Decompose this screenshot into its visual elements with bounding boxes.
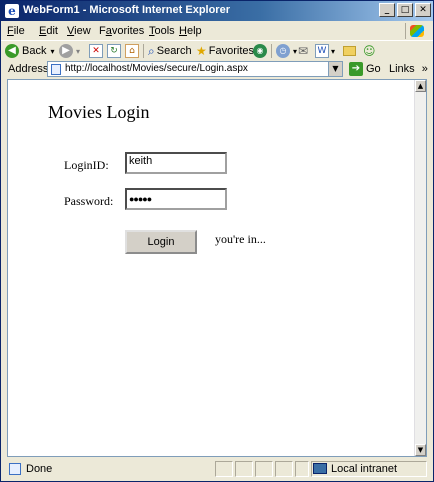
zone-text: Local intranet [331, 463, 398, 475]
scroll-up-icon[interactable]: ▲ [415, 80, 426, 92]
stop-icon: ✕ [89, 44, 103, 58]
title-bar[interactable]: e WebForm1 - Microsoft Internet Explorer… [1, 1, 433, 21]
stop-button[interactable]: ✕ [89, 43, 103, 59]
links-button[interactable]: Links » [389, 63, 428, 75]
word-icon: W [315, 44, 329, 58]
menu-bar: File Edit View Favorites Tools Help [1, 21, 433, 41]
search-button[interactable]: ⌕ Search [148, 43, 192, 59]
refresh-icon: ↻ [107, 44, 121, 58]
back-button[interactable]: ◀ Back ▾ [5, 43, 54, 59]
star-icon: ★ [196, 44, 207, 58]
go-label: Go [366, 63, 381, 75]
status-bar: Done Local intranet [1, 459, 433, 481]
search-label: Search [156, 45, 192, 57]
address-dropdown-icon[interactable]: ▼ [328, 62, 342, 76]
window-title: WebForm1 - Microsoft Internet Explorer [23, 4, 230, 16]
ie-icon: e [5, 4, 19, 18]
window-controls: _ □ ✕ [379, 3, 431, 17]
scroll-down-icon[interactable]: ▼ [415, 444, 426, 456]
mail-icon: ✉ [298, 44, 309, 58]
address-bar: Address http://localhost/Movies/secure/L… [1, 61, 433, 77]
address-input[interactable]: http://localhost/Movies/secure/Login.asp… [47, 61, 343, 77]
page-title: Movies Login [48, 102, 150, 122]
media-icon: ◉ [253, 44, 267, 58]
history-icon: ◷ [276, 44, 290, 58]
links-label: Links [389, 63, 415, 75]
login-id-input[interactable]: keith [125, 152, 227, 174]
go-button[interactable]: ➔ Go [349, 62, 381, 76]
status-pane [295, 461, 309, 477]
windows-logo-icon [405, 23, 427, 39]
edit-button[interactable]: W ▾ [315, 43, 335, 59]
menu-help[interactable]: Help [179, 25, 202, 37]
home-icon: ⌂ [125, 44, 139, 58]
history-button[interactable]: ◷ ▾ [276, 43, 297, 59]
login-id-label: LoginID: [64, 158, 109, 172]
status-pane [235, 461, 253, 477]
intranet-zone-icon [313, 463, 327, 474]
minimize-button[interactable]: _ [379, 3, 395, 17]
status-text: Done [26, 463, 53, 475]
status-pane [215, 461, 233, 477]
media-button[interactable]: ◉ [253, 43, 270, 59]
address-label: Address [8, 63, 49, 75]
login-status-message: you're in... [215, 232, 266, 246]
menu-view[interactable]: View [67, 25, 91, 37]
forward-arrow-icon: ▶ [59, 44, 73, 58]
password-label: Password: [64, 194, 114, 208]
forward-dropdown-icon: ▾ [76, 46, 81, 56]
page-content: Movies Login LoginID: keith Password: ●●… [7, 79, 427, 457]
go-arrow-icon: ➔ [349, 62, 363, 76]
refresh-button[interactable]: ↻ [107, 43, 121, 59]
toolbar-separator [143, 44, 144, 58]
toolbar: ◀ Back ▾ ▶ ▾ ✕ ↻ ⌂ ⌕ Search ★ Favorites … [1, 41, 433, 61]
edit-dropdown-icon: ▾ [331, 46, 336, 56]
favorites-button[interactable]: ★ Favorites [196, 43, 254, 59]
favorites-label: Favorites [208, 45, 255, 57]
forward-button[interactable]: ▶ ▾ [59, 43, 80, 59]
people-icon: ☺ [363, 44, 376, 58]
messenger-button[interactable]: ☺ [363, 43, 376, 59]
status-pane [255, 461, 273, 477]
folder-button[interactable] [343, 43, 356, 59]
folder-icon [343, 46, 356, 56]
home-button[interactable]: ⌂ [125, 43, 139, 59]
maximize-button[interactable]: □ [397, 3, 413, 17]
toolbar-separator [271, 44, 272, 58]
login-button[interactable]: Login [125, 230, 197, 254]
status-pane [275, 461, 293, 477]
history-dropdown-icon: ▾ [293, 46, 298, 56]
search-icon: ⌕ [148, 43, 155, 58]
vertical-scrollbar[interactable]: ▲ ▼ [414, 80, 426, 456]
back-arrow-icon: ◀ [5, 44, 19, 58]
links-chevron-icon: » [421, 63, 428, 75]
menu-edit[interactable]: Edit [39, 25, 58, 37]
menu-tools[interactable]: Tools [149, 25, 175, 37]
browser-window: e WebForm1 - Microsoft Internet Explorer… [0, 0, 434, 482]
menu-favorites[interactable]: Favorites [99, 25, 144, 37]
page-status-icon [9, 463, 21, 475]
menu-file[interactable]: File [7, 25, 25, 37]
address-url: http://localhost/Movies/secure/Login.asp… [65, 63, 248, 74]
back-label: Back [22, 45, 47, 57]
close-button[interactable]: ✕ [415, 3, 431, 17]
back-dropdown-icon: ▾ [50, 46, 55, 56]
mail-button[interactable]: ✉ [298, 43, 308, 59]
page-icon [51, 64, 61, 75]
password-input[interactable]: ●●●●● [125, 188, 227, 210]
